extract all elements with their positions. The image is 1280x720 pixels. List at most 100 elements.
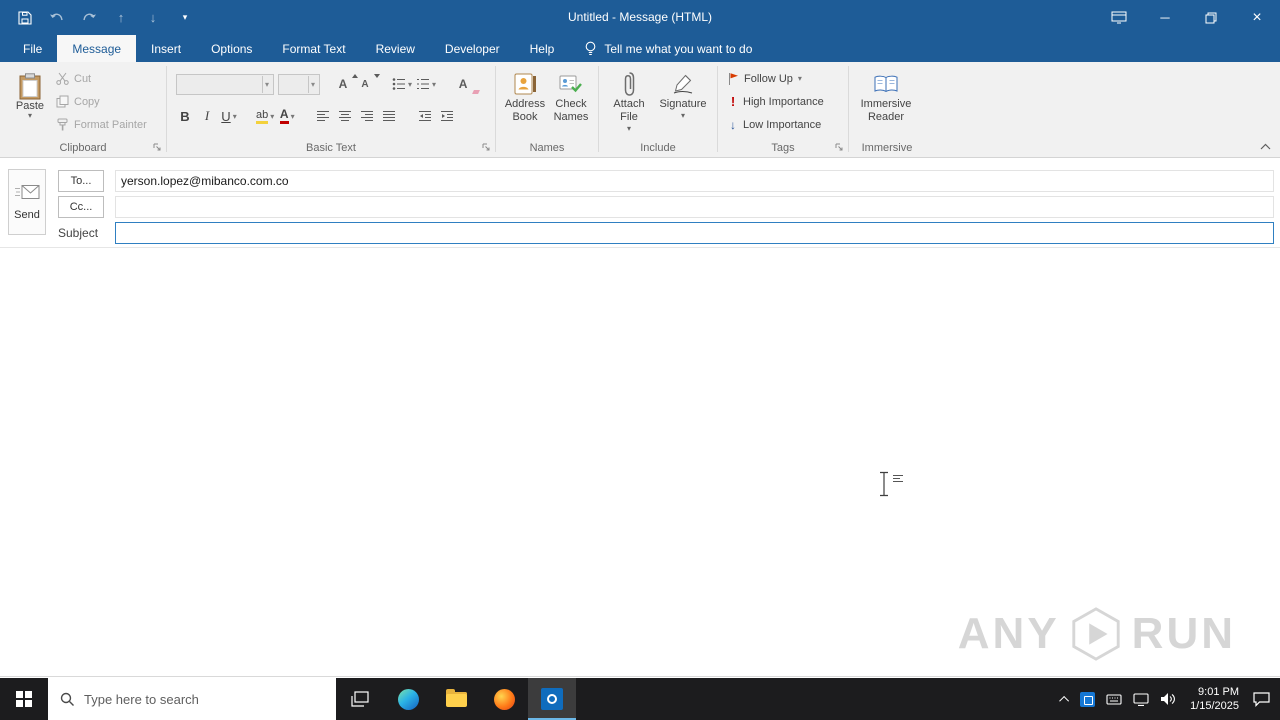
tab-insert[interactable]: Insert [136, 35, 196, 62]
font-size-combo[interactable]: ▾ [278, 73, 320, 95]
italic-button[interactable]: I [198, 105, 216, 127]
clipboard-dialog-launcher[interactable] [151, 141, 163, 153]
action-center-icon[interactable] [1253, 691, 1270, 707]
font-color-button[interactable]: A ▾ [278, 105, 296, 127]
paste-button[interactable]: Paste ▾ [8, 66, 52, 136]
titlebar: ↑ ↓ ▾ Untitled - Message (HTML) ─ × [0, 0, 1280, 35]
tray-network-icon[interactable] [1133, 692, 1149, 706]
highlight-button[interactable]: ab ▾ [256, 105, 274, 127]
folder-icon [445, 688, 467, 707]
tray-app-icon[interactable] [1080, 691, 1096, 707]
align-center-button[interactable] [336, 105, 354, 127]
save-icon[interactable] [16, 9, 34, 27]
clipboard-small-buttons: Cut Copy Format Painter [56, 70, 147, 133]
taskbar-firefox-icon[interactable] [480, 678, 528, 720]
tab-help[interactable]: Help [515, 35, 570, 62]
tab-message[interactable]: Message [57, 35, 137, 62]
font-name-combo[interactable]: ▾ [176, 73, 274, 95]
ribbon-tab-bar: File Message Insert Options Format Text … [0, 35, 1280, 62]
format-painter-button[interactable]: Format Painter [56, 116, 147, 133]
copy-icon [56, 95, 69, 108]
tray-touch-keyboard-icon[interactable] [1106, 693, 1122, 706]
compose-header: Send To... Cc... Subject [0, 158, 1280, 248]
high-importance-label: High Importance [743, 95, 824, 108]
underline-icon: U [221, 108, 231, 124]
next-item-icon[interactable]: ↓ [144, 9, 162, 27]
anyrun-watermark: ANY RUN [958, 606, 1236, 662]
underline-button[interactable]: U ▾ [220, 105, 238, 127]
close-icon[interactable]: × [1234, 0, 1280, 35]
cut-button[interactable]: Cut [56, 70, 147, 87]
immersive-reader-button[interactable]: Immersive Reader [855, 66, 917, 138]
low-importance-button[interactable]: ↓ Low Importance [728, 116, 824, 133]
tags-dialog-launcher[interactable] [833, 141, 845, 153]
high-importance-button[interactable]: ! High Importance [728, 93, 824, 110]
tell-me-box[interactable]: Tell me what you want to do [585, 35, 752, 62]
justify-button[interactable] [380, 105, 398, 127]
start-button[interactable] [0, 678, 48, 720]
format-painter-label: Format Painter [74, 118, 147, 131]
signature-label: Signature [659, 98, 707, 110]
redo-icon[interactable] [80, 9, 98, 27]
align-right-button[interactable] [358, 105, 376, 127]
signature-button[interactable]: Signature ▾ [655, 66, 711, 138]
tray-volume-icon[interactable] [1160, 692, 1176, 706]
to-button[interactable]: To... [58, 170, 104, 192]
system-tray: 9:01 PM 1/15/2025 [1059, 685, 1280, 713]
taskbar-outlook-icon[interactable] [528, 678, 576, 720]
show-hidden-icons-button[interactable] [1059, 695, 1070, 706]
undo-icon[interactable] [48, 9, 66, 27]
tab-developer[interactable]: Developer [430, 35, 515, 62]
to-input[interactable] [115, 170, 1274, 192]
basic-text-dialog-launcher[interactable] [480, 141, 492, 153]
grow-font-button[interactable]: A [334, 73, 358, 95]
cc-input[interactable] [115, 196, 1274, 218]
task-view-button[interactable] [336, 678, 384, 720]
ribbon-group-tags: Follow Up ▾ ! High Importance ↓ Low Impo… [718, 62, 848, 157]
taskbar-edge-icon[interactable] [384, 678, 432, 720]
include-group-label: Include [640, 142, 676, 154]
check-names-label-1: Check [555, 98, 587, 110]
tab-options[interactable]: Options [196, 35, 267, 62]
outlook-message-window: ↑ ↓ ▾ Untitled - Message (HTML) ─ × File… [0, 0, 1280, 720]
taskbar-file-explorer-icon[interactable] [432, 678, 480, 720]
clear-formatting-button[interactable]: A [454, 73, 472, 95]
bullets-button[interactable]: ▾ [392, 73, 412, 95]
collapse-ribbon-icon[interactable] [1258, 141, 1272, 151]
ribbon-display-options-icon[interactable] [1096, 0, 1142, 35]
decrease-indent-button[interactable] [416, 105, 434, 127]
numbering-button[interactable]: ▾ [416, 73, 436, 95]
align-left-button[interactable] [314, 105, 332, 127]
send-button[interactable]: Send [8, 169, 46, 235]
follow-up-button[interactable]: Follow Up ▾ [728, 70, 824, 87]
follow-up-label: Follow Up [744, 72, 793, 85]
taskbar-search-box[interactable] [48, 678, 336, 720]
bold-button[interactable]: B [176, 105, 194, 127]
check-names-label-2: Names [553, 111, 589, 123]
taskbar-clock[interactable]: 9:01 PM 1/15/2025 [1187, 685, 1242, 713]
attach-file-button[interactable]: Attach File ▾ [607, 66, 651, 138]
previous-item-icon[interactable]: ↑ [112, 9, 130, 27]
copy-button[interactable]: Copy [56, 93, 147, 110]
customize-quick-access-icon[interactable]: ▾ [176, 9, 194, 27]
tab-file[interactable]: File [8, 35, 57, 62]
shrink-font-button[interactable]: A [356, 73, 380, 95]
message-body[interactable]: ANY RUN [0, 248, 1280, 677]
follow-up-flag-icon [728, 72, 739, 86]
paperclip-icon [623, 70, 636, 98]
font-color-icon: A [279, 108, 289, 124]
restore-icon[interactable] [1188, 0, 1234, 35]
subject-input[interactable] [115, 222, 1274, 244]
tags-buttons: Follow Up ▾ ! High Importance ↓ Low Impo… [728, 70, 824, 133]
check-names-button[interactable]: Check Names [548, 66, 594, 138]
minimize-icon[interactable]: ─ [1142, 0, 1188, 35]
basic-text-group-label: Basic Text [306, 142, 356, 154]
search-input[interactable] [84, 691, 304, 707]
cc-button[interactable]: Cc... [58, 196, 104, 218]
ribbon: Paste ▾ Cut Copy Format Painter Clipboar… [0, 62, 1280, 158]
tab-review[interactable]: Review [361, 35, 430, 62]
chevron-down-icon: ▾ [432, 79, 437, 89]
increase-indent-button[interactable] [438, 105, 456, 127]
tab-format-text[interactable]: Format Text [267, 35, 360, 62]
address-book-button[interactable]: Address Book [502, 66, 548, 138]
